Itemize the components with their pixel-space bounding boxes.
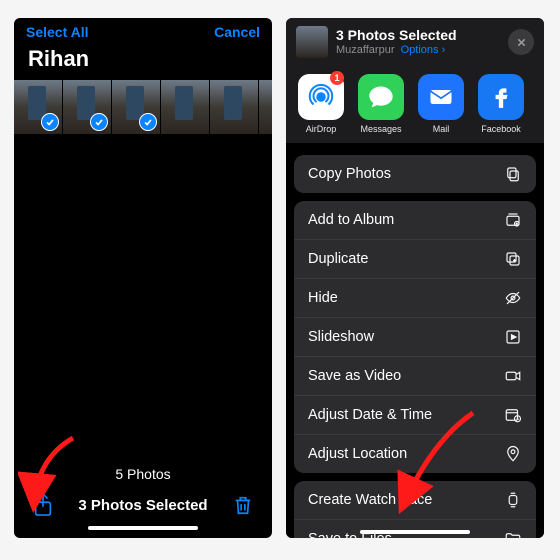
photo-count-label: 5 Photos <box>14 460 272 488</box>
app-airdrop[interactable]: 1 AirDrop <box>298 74 344 134</box>
hide-icon <box>504 289 522 307</box>
app-messages[interactable]: Messages <box>358 74 404 134</box>
action-duplicate[interactable]: Duplicate <box>294 239 536 278</box>
options-button[interactable]: Options › <box>401 44 446 56</box>
photo-thumb[interactable] <box>63 80 112 134</box>
messages-icon <box>367 83 395 111</box>
header-title: 3 Photos Selected <box>336 27 500 44</box>
calendar-clock-icon <box>504 406 522 424</box>
app-label: Mail <box>433 124 450 134</box>
header-subtitle: Muzaffarpur Options › <box>336 44 500 57</box>
photo-thumb[interactable] <box>161 80 210 134</box>
share-sheet-screen: 3 Photos Selected Muzaffarpur Options › … <box>286 18 544 538</box>
album-icon <box>504 211 522 229</box>
photo-thumb[interactable] <box>259 80 272 134</box>
app-facebook[interactable]: Facebook <box>478 74 524 134</box>
play-icon <box>504 328 522 346</box>
facebook-icon <box>488 84 514 110</box>
selection-status: 3 Photos Selected <box>78 497 207 514</box>
close-icon <box>516 37 527 48</box>
home-indicator[interactable] <box>88 526 198 530</box>
action-create-watch-face[interactable]: Create Watch Face <box>294 481 536 519</box>
action-hide[interactable]: Hide <box>294 278 536 317</box>
action-save-as-video[interactable]: Save as Video <box>294 356 536 395</box>
nav-bar: Select All Cancel <box>14 18 272 42</box>
app-label: AirDrop <box>306 124 337 134</box>
action-label: Add to Album <box>308 212 394 228</box>
duplicate-icon <box>504 250 522 268</box>
selected-check-icon <box>90 113 108 131</box>
home-indicator[interactable] <box>360 530 470 534</box>
mail-icon <box>427 83 455 111</box>
thumbnail-strip <box>14 80 272 134</box>
share-button[interactable] <box>32 492 54 518</box>
airdrop-badge: 1 <box>330 71 344 85</box>
folder-icon <box>504 530 522 538</box>
photo-thumb[interactable] <box>112 80 161 134</box>
action-label: Duplicate <box>308 251 368 267</box>
action-label: Create Watch Face <box>308 492 432 508</box>
copy-icon <box>504 165 522 183</box>
trash-icon <box>232 493 254 517</box>
photos-app-screen: Select All Cancel Rihan 5 Photos <box>14 18 272 538</box>
cancel-button[interactable]: Cancel <box>214 24 260 40</box>
action-adjust-date-time[interactable]: Adjust Date & Time <box>294 395 536 434</box>
delete-button[interactable] <box>232 493 254 517</box>
album-title: Rihan <box>14 42 272 80</box>
selected-check-icon <box>41 113 59 131</box>
action-slideshow[interactable]: Slideshow <box>294 317 536 356</box>
photo-thumb[interactable] <box>210 80 259 134</box>
app-mail[interactable]: Mail <box>418 74 464 134</box>
action-copy-photos[interactable]: Copy Photos <box>294 155 536 193</box>
action-save-to-files[interactable]: Save to Files <box>294 519 536 538</box>
airdrop-icon <box>306 82 336 112</box>
location-icon <box>504 445 522 463</box>
share-icon <box>32 492 54 518</box>
action-label: Hide <box>308 290 338 306</box>
close-button[interactable] <box>508 29 534 55</box>
select-all-button[interactable]: Select All <box>26 24 89 40</box>
app-label: Facebook <box>481 124 521 134</box>
video-icon <box>504 367 522 385</box>
action-label: Slideshow <box>308 329 374 345</box>
actions-list[interactable]: Copy Photos Add to Album Duplicate Hide <box>286 143 544 538</box>
header-thumbnail <box>296 26 328 58</box>
action-label: Copy Photos <box>308 166 391 182</box>
app-label: Messages <box>360 124 401 134</box>
share-sheet-header: 3 Photos Selected Muzaffarpur Options › <box>286 18 544 66</box>
share-apps-row: 1 AirDrop Messages Mail Facebook <box>286 66 544 145</box>
action-adjust-location[interactable]: Adjust Location <box>294 434 536 473</box>
action-label: Adjust Date & Time <box>308 407 432 423</box>
bottom-toolbar: 3 Photos Selected <box>14 488 272 520</box>
action-label: Adjust Location <box>308 446 407 462</box>
photo-thumb[interactable] <box>14 80 63 134</box>
selected-check-icon <box>139 113 157 131</box>
action-label: Save as Video <box>308 368 401 384</box>
action-add-to-album[interactable]: Add to Album <box>294 201 536 239</box>
watch-icon <box>504 491 522 509</box>
